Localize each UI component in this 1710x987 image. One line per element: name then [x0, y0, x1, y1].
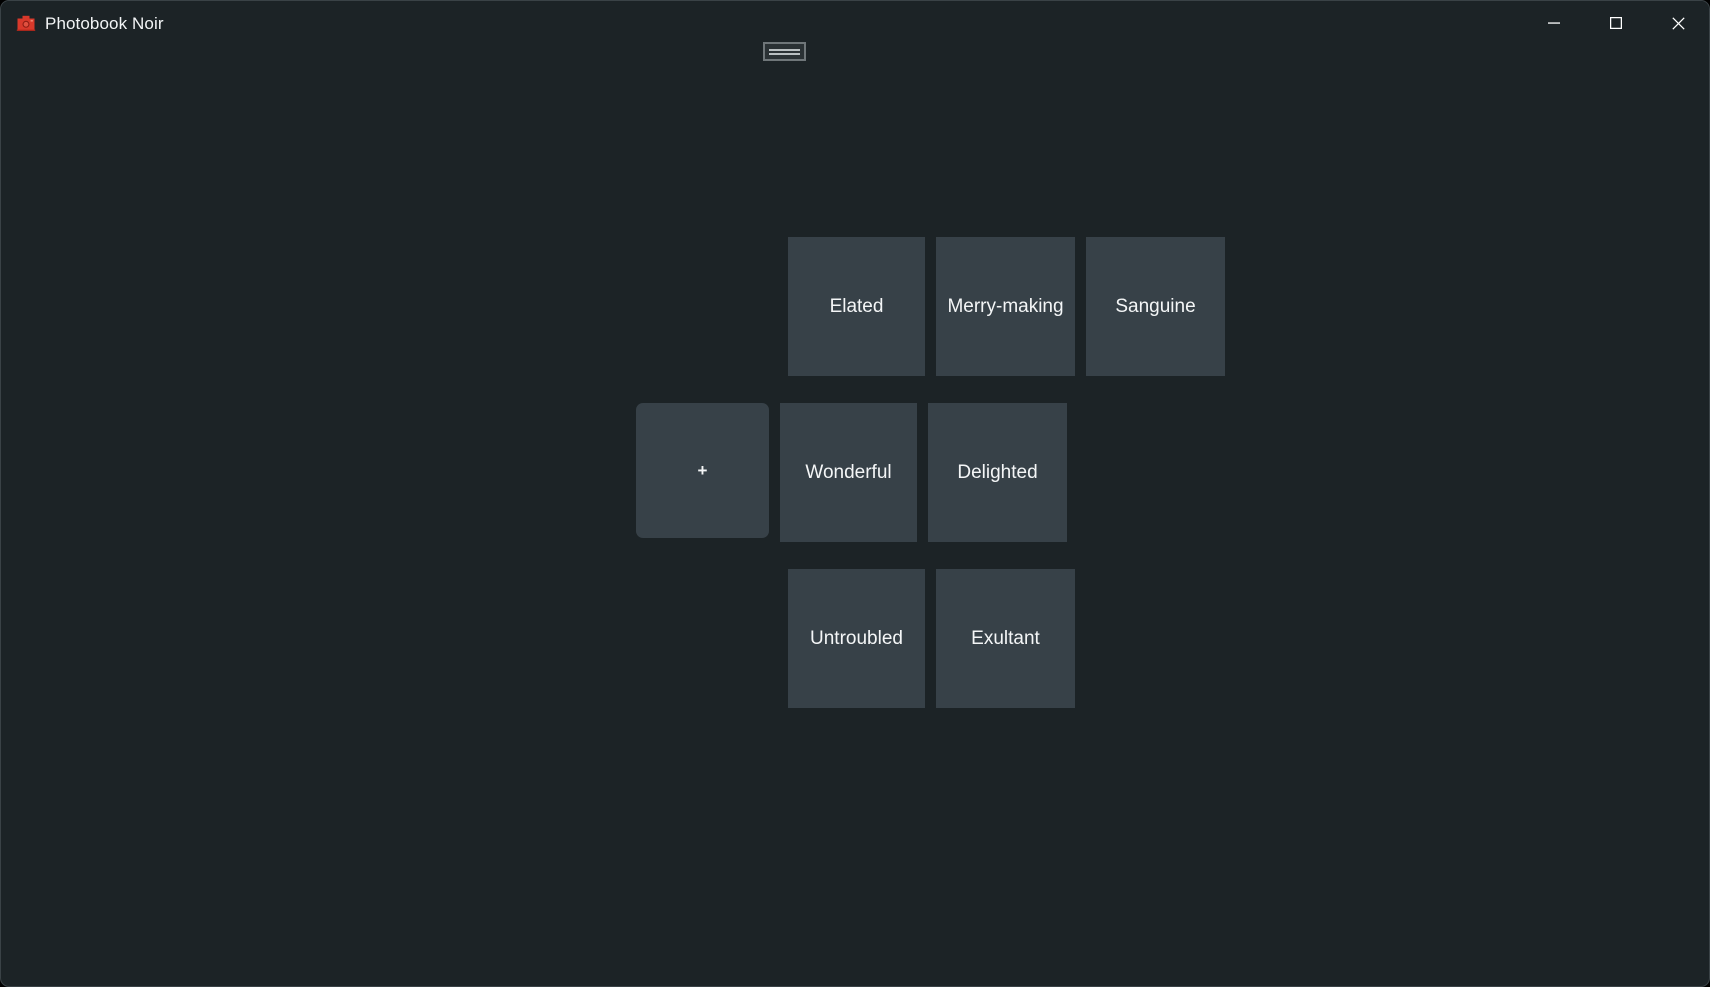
mood-tile-wonderful[interactable]: Wonderful [780, 403, 917, 542]
maximize-icon [1610, 17, 1622, 29]
tile-grid: Elated Merry-making Sanguine + Wonderful… [1, 45, 1709, 986]
tile-row: Elated Merry-making Sanguine [788, 237, 1225, 376]
add-tile-button[interactable]: + [636, 403, 769, 538]
tile-label: Delighted [957, 461, 1038, 483]
mood-tile-exultant[interactable]: Exultant [936, 569, 1075, 708]
mood-tile-sanguine[interactable]: Sanguine [1086, 237, 1225, 376]
mood-tile-elated[interactable]: Elated [788, 237, 925, 376]
minimize-button[interactable] [1523, 1, 1585, 45]
close-icon [1671, 16, 1685, 30]
mood-tile-merry-making[interactable]: Merry-making [936, 237, 1075, 376]
application-window: Photobook Noir Elated Merry-making Sangu… [0, 0, 1710, 987]
tile-label: Wonderful [805, 461, 892, 483]
mood-tile-untroubled[interactable]: Untroubled [788, 569, 925, 708]
camera-icon [16, 15, 36, 31]
minimize-icon [1548, 22, 1560, 24]
mood-tile-delighted[interactable]: Delighted [928, 403, 1067, 542]
close-button[interactable] [1647, 1, 1709, 45]
window-controls [1523, 1, 1709, 45]
tile-row: + Wonderful Delighted [636, 403, 1067, 542]
add-icon: + [697, 460, 708, 480]
tile-label: Merry-making [947, 295, 1064, 317]
tile-label: Elated [829, 295, 884, 317]
window-title: Photobook Noir [45, 13, 164, 33]
tile-row: Untroubled Exultant [788, 569, 1075, 708]
title-bar: Photobook Noir [1, 1, 1709, 45]
tile-label: Untroubled [810, 627, 903, 649]
tile-label: Sanguine [1115, 295, 1196, 317]
tile-label: Exultant [971, 627, 1040, 649]
maximize-button[interactable] [1585, 1, 1647, 45]
